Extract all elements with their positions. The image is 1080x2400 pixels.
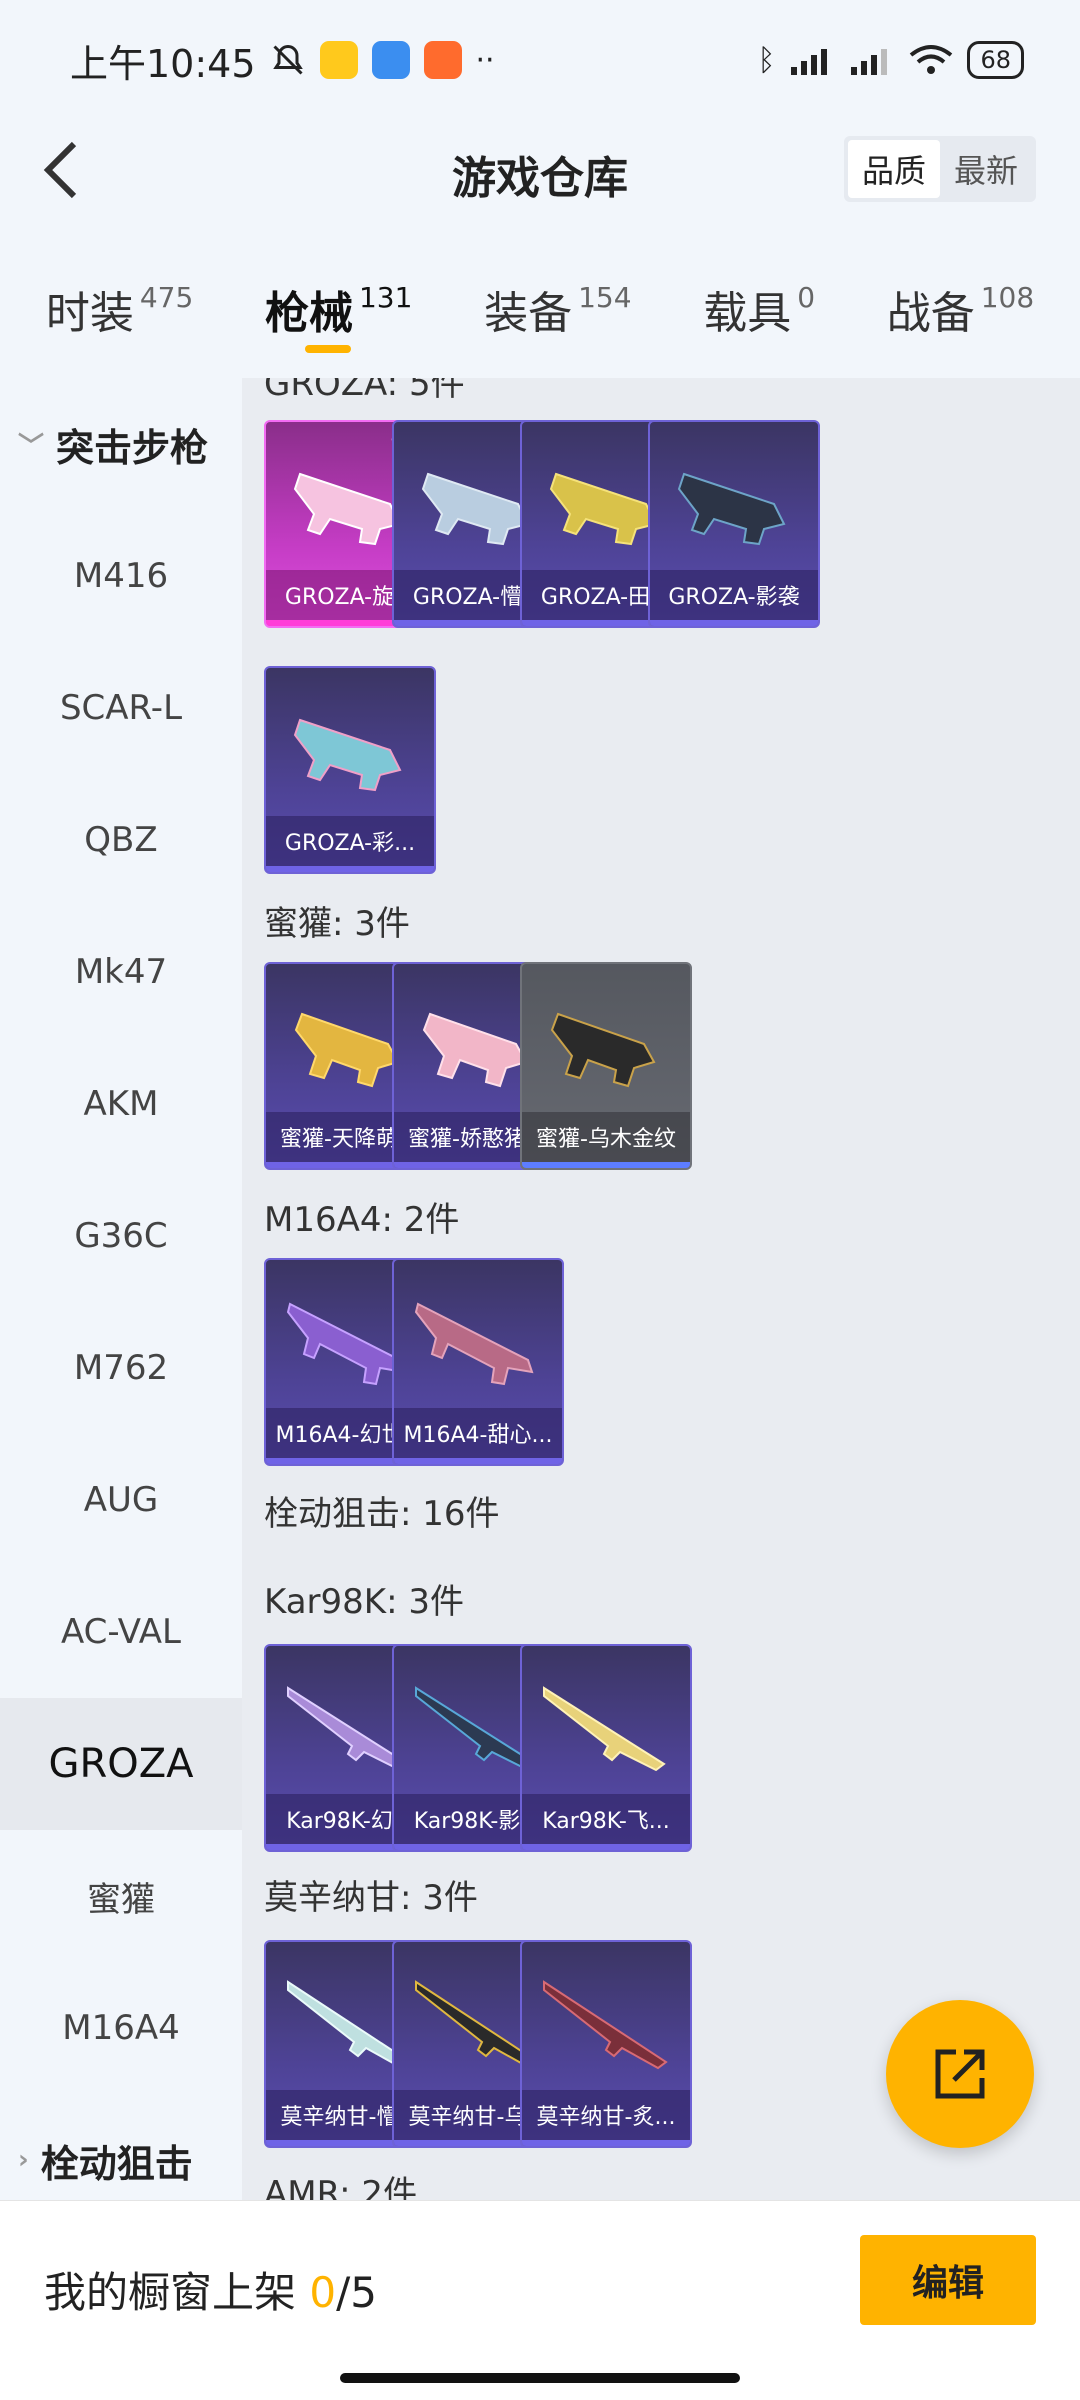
skin-name: GROZA-彩... <box>266 816 434 866</box>
skin-card[interactable]: Kar98K-飞... <box>520 1644 692 1852</box>
gun-icon <box>677 472 786 546</box>
shop-app-icon <box>423 41 462 79</box>
weapon-grid: GROZA: 5件 7级 GROZA-旋... GROZA-懵... GROZA… <box>242 378 1080 2200</box>
status-bar: 上午10:45 ·· ᛒ 68 <box>0 0 1080 120</box>
sidebar-item-ac-val[interactable]: AC-VAL <box>0 1566 242 1698</box>
sidebar-item-groza[interactable]: GROZA <box>0 1698 242 1830</box>
bell-mute-icon <box>272 44 303 75</box>
sidebar-item-mk47[interactable]: Mk47 <box>0 906 242 1038</box>
tab-fashion[interactable]: 时装 475 <box>46 255 193 341</box>
home-indicator <box>340 2373 740 2383</box>
skin-name: M16A4-甜心... <box>394 1408 562 1458</box>
category-tabs: 时装 475 枪械 131 装备 154 载具 0 战备 108 <box>0 255 1080 365</box>
gun-icon <box>414 1302 534 1386</box>
skin-card[interactable]: 莫辛纳甘-炙... <box>520 1940 692 2148</box>
rarity-bar <box>522 2140 690 2146</box>
tab-label: 战备 <box>886 288 975 339</box>
edit-button[interactable]: 编辑 <box>860 2235 1036 2325</box>
tab-guns[interactable]: 枪械 131 <box>264 255 413 353</box>
sidebar-item-scar-l[interactable]: SCAR-L <box>0 642 242 774</box>
weapon-sidebar: ﹀ 突击步枪 M416 SCAR-L QBZ Mk47 AKM G36C M76… <box>0 378 242 2200</box>
app-notification-icon <box>319 41 358 79</box>
showcase-current-count: 0 <box>309 2268 337 2317</box>
chevron-right-icon: › <box>18 2145 29 2175</box>
section-title-honey-badger: 蜜獾: 3件 <box>264 904 410 944</box>
sidebar-item-m416[interactable]: M416 <box>0 510 242 642</box>
rarity-bar <box>522 1162 690 1168</box>
sidebar-category-label: 栓动狙击 <box>40 2141 193 2186</box>
skin-name: 莫辛纳甘-炙... <box>522 2090 690 2140</box>
tab-count: 108 <box>980 281 1035 314</box>
sidebar-category-assault-rifle[interactable]: ﹀ 突击步枪 <box>0 378 242 510</box>
gun-icon <box>293 718 402 792</box>
sidebar-item-aug[interactable]: AUG <box>0 1434 242 1566</box>
status-notification-icons: ·· <box>270 41 495 79</box>
bluetooth-icon: ᛒ <box>757 42 776 78</box>
section-title-amr: AMR: 2件 <box>264 2174 418 2200</box>
sort-toggle: 品质 最新 <box>844 136 1036 202</box>
tab-battle-gear[interactable]: 战备 108 <box>887 255 1034 341</box>
tab-label: 时装 <box>45 288 134 339</box>
tab-label: 装备 <box>484 288 573 339</box>
sidebar-category-bolt-action[interactable]: › 栓动狙击 <box>0 2094 242 2200</box>
chevron-down-icon: ﹀ <box>18 431 45 462</box>
showcase-label: 我的橱窗上架 0/5 <box>44 2259 377 2320</box>
status-time: 上午10:45 <box>70 41 256 86</box>
showcase-bar: 我的橱窗上架 0/5 编辑 <box>0 2200 1080 2400</box>
rarity-bar <box>650 620 818 626</box>
wallet-app-icon <box>371 41 410 79</box>
skin-card[interactable]: M16A4-甜心... <box>392 1258 564 1466</box>
signal-icon <box>791 49 828 75</box>
skin-name: Kar98K-飞... <box>522 1794 690 1844</box>
tab-count: 475 <box>139 281 194 314</box>
tab-vehicles[interactable]: 载具 0 <box>703 255 815 341</box>
gun-icon <box>550 1012 656 1088</box>
skin-name: GROZA-影袭 <box>650 570 818 620</box>
signal-2-icon <box>851 49 888 75</box>
showcase-total-count: /5 <box>336 2268 377 2317</box>
tab-count: 131 <box>358 281 413 314</box>
section-title-bolt-action: 栓动狙击: 16件 <box>264 1494 500 1534</box>
section-title-mosin: 莫辛纳甘: 3件 <box>264 1878 478 1918</box>
sidebar-item-m762[interactable]: M762 <box>0 1302 242 1434</box>
battery-indicator: 68 <box>967 41 1024 79</box>
tab-count: 154 <box>578 281 632 314</box>
section-title-kar98k: Kar98K: 3件 <box>264 1582 464 1622</box>
more-notifications-icon: ·· <box>475 42 495 78</box>
wifi-icon <box>910 45 953 74</box>
gun-icon <box>543 1686 666 1772</box>
section-title-m16a4: M16A4: 2件 <box>264 1200 460 1240</box>
share-button[interactable] <box>886 2000 1034 2148</box>
tab-label: 枪械 <box>264 288 353 339</box>
tab-label: 载具 <box>703 288 792 339</box>
active-tab-indicator <box>304 345 351 353</box>
sidebar-category-label: 突击步枪 <box>56 425 209 470</box>
sort-quality-option[interactable]: 品质 <box>848 140 940 198</box>
tab-count: 0 <box>797 281 816 314</box>
sidebar-item-m16a4[interactable]: M16A4 <box>0 1962 242 2094</box>
section-title-groza: GROZA: 5件 <box>264 378 465 404</box>
rarity-bar <box>522 1844 690 1850</box>
tab-equipment[interactable]: 装备 154 <box>484 255 631 341</box>
skin-name: 蜜獾-乌木金纹 <box>522 1112 690 1162</box>
showcase-title: 我的橱窗上架 <box>44 2268 297 2317</box>
sidebar-item-g36c[interactable]: G36C <box>0 1170 242 1302</box>
rarity-bar <box>394 1458 562 1464</box>
gun-icon <box>543 1980 668 2070</box>
sidebar-item-akm[interactable]: AKM <box>0 1038 242 1170</box>
rarity-bar <box>266 866 434 872</box>
skin-card[interactable]: 蜜獾-乌木金纹 <box>520 962 692 1170</box>
status-right: ᛒ 68 <box>757 41 1024 79</box>
skin-card[interactable]: GROZA-彩... <box>264 666 436 874</box>
sidebar-item-honey-badger[interactable]: 蜜獾 <box>0 1830 242 1962</box>
skin-card[interactable]: GROZA-影袭 <box>648 420 820 628</box>
share-icon <box>935 2049 985 2099</box>
sort-newest-option[interactable]: 最新 <box>940 140 1032 198</box>
sidebar-item-qbz[interactable]: QBZ <box>0 774 242 906</box>
header: 游戏仓库 品质 最新 <box>0 120 1080 220</box>
